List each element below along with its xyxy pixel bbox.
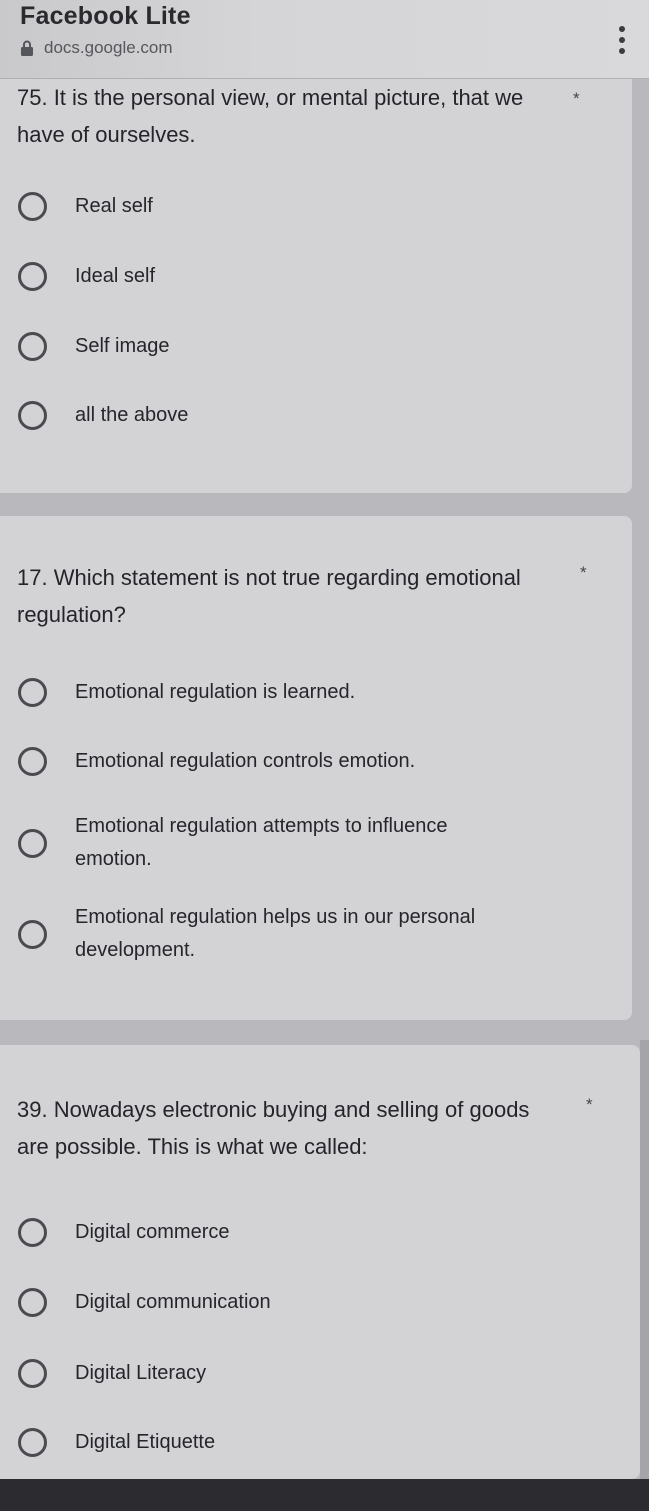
question-card: 75. It is the personal view, or mental p… — [0, 79, 632, 493]
radio-option[interactable]: Emotional regulation helps us in our per… — [18, 901, 538, 967]
option-label: Digital communication — [75, 1291, 271, 1313]
radio-option[interactable]: Ideal self — [18, 260, 608, 293]
radio-button[interactable] — [18, 678, 47, 707]
url-text: docs.google.com — [44, 38, 173, 57]
option-label: Digital commerce — [75, 1221, 230, 1243]
option-label: all the above — [75, 404, 189, 426]
radio-option[interactable]: Real self — [18, 190, 608, 223]
browser-header: Facebook Lite docs.google.com — [0, 0, 649, 79]
radio-button[interactable] — [18, 1428, 47, 1457]
radio-option[interactable]: all the above — [18, 399, 608, 432]
radio-option[interactable]: Digital commerce — [18, 1216, 608, 1249]
radio-button[interactable] — [18, 192, 47, 221]
option-label: Emotional regulation controls emotion. — [75, 750, 416, 772]
question-card: 39. Nowadays electronic buying and selli… — [0, 1045, 640, 1479]
question-card: 17. Which statement is not true regardin… — [0, 516, 632, 1020]
required-asterisk: * — [573, 89, 580, 108]
option-label: Digital Literacy — [75, 1362, 207, 1384]
lock-icon — [21, 40, 33, 56]
required-asterisk: * — [586, 1095, 593, 1114]
app-title: Facebook Lite — [20, 2, 191, 30]
option-label: Ideal self — [75, 265, 156, 287]
option-label: Emotional regulation attempts to influen… — [75, 815, 448, 870]
radio-option[interactable]: Emotional regulation is learned. — [18, 676, 608, 709]
option-label: Digital Etiquette — [75, 1431, 216, 1453]
more-vert-icon[interactable] — [612, 22, 632, 58]
radio-button[interactable] — [18, 262, 47, 291]
radio-button[interactable] — [18, 919, 47, 949]
radio-button[interactable] — [18, 747, 47, 776]
option-label: Self image — [75, 335, 170, 357]
radio-button[interactable] — [18, 1359, 47, 1388]
radio-option[interactable]: Emotional regulation attempts to influen… — [18, 810, 488, 876]
radio-button[interactable] — [18, 1288, 47, 1317]
radio-option[interactable]: Digital Literacy — [18, 1357, 608, 1390]
url-bar[interactable]: docs.google.com — [20, 37, 173, 59]
radio-button[interactable] — [18, 1218, 47, 1247]
radio-option[interactable]: Digital communication — [18, 1286, 608, 1319]
radio-button[interactable] — [18, 332, 47, 361]
question-title: 75. It is the personal view, or mental p… — [17, 85, 524, 147]
radio-button[interactable] — [18, 401, 47, 430]
bottom-bar — [0, 1479, 649, 1511]
radio-option[interactable]: Emotional regulation controls emotion. — [18, 745, 608, 778]
radio-option[interactable]: Digital Etiquette — [18, 1426, 608, 1459]
card-shadow-edge — [640, 1040, 649, 1480]
option-label: Real self — [75, 195, 153, 217]
radio-option[interactable]: Self image — [18, 330, 608, 363]
question-title: 39. Nowadays electronic buying and selli… — [17, 1097, 530, 1159]
question-title: 17. Which statement is not true regardin… — [17, 565, 521, 627]
required-asterisk: * — [580, 563, 587, 582]
radio-button[interactable] — [18, 828, 47, 858]
option-label: Emotional regulation is learned. — [75, 681, 356, 703]
option-label: Emotional regulation helps us in our per… — [75, 906, 476, 961]
